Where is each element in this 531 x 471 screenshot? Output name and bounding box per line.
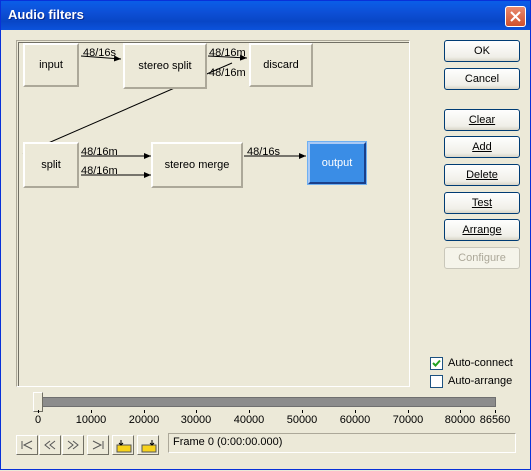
clear-button-label: Clear (468, 114, 496, 126)
timeline-tick-label: 10000 (75, 414, 107, 426)
pin-label-split-out-2: 48/16m (81, 165, 118, 177)
test-button[interactable]: Test (444, 192, 520, 214)
go-to-start-button[interactable] (16, 435, 38, 455)
mark-in-button[interactable] (112, 435, 134, 455)
frame-text: Frame 0 (0:00:00.000) (173, 436, 283, 448)
checkmark-icon (432, 359, 441, 367)
add-button-label: Add (472, 141, 492, 153)
timeline-tick-label: 0 (34, 414, 42, 426)
title-bar[interactable]: Audio filters (1, 1, 530, 30)
timeline-tick (355, 410, 356, 413)
timeline-tick (144, 410, 145, 413)
auto-connect-label: Auto-connect (448, 357, 513, 369)
close-button[interactable] (505, 6, 526, 27)
timeline-tick (302, 410, 303, 413)
step-back-button[interactable] (39, 435, 61, 455)
pin-label-input-out: 48/16s (83, 47, 117, 59)
timeline-tick (460, 410, 461, 413)
audio-filters-dialog: Audio filters input stereo split discard… (0, 0, 531, 470)
go-to-end-button[interactable] (87, 435, 109, 455)
timeline-track[interactable] (37, 397, 496, 407)
window-title: Audio filters (8, 7, 84, 22)
arrange-button-label: Arrange (462, 224, 502, 236)
go-to-start-icon (21, 440, 33, 450)
filter-node-discard[interactable]: discard (249, 43, 313, 87)
ok-button-label: OK (474, 45, 490, 57)
timeline-tick (38, 410, 39, 413)
close-icon (510, 11, 521, 22)
filter-node-input[interactable]: input (23, 43, 79, 87)
ok-button[interactable]: OK (444, 40, 520, 62)
timeline-tick-label: 70000 (392, 414, 424, 426)
timeline-tick-label: 30000 (180, 414, 212, 426)
filter-node-output[interactable]: output (307, 141, 367, 185)
configure-button-label: Configure (458, 252, 506, 264)
timeline-tick (91, 410, 92, 413)
timeline-tick (196, 410, 197, 413)
pin-label-stereo-merge-out: 48/16s (247, 146, 281, 158)
pin-label-stereo-split-out-1: 48/16m (209, 47, 246, 59)
timeline-tick-label: 20000 (128, 414, 160, 426)
timeline-tick (408, 410, 409, 413)
timeline-thumb[interactable] (33, 392, 43, 412)
auto-arrange-label: Auto-arrange (448, 375, 513, 387)
pin-label-split-out-1: 48/16m (81, 146, 118, 158)
cancel-button-label: Cancel (464, 73, 500, 85)
filter-node-split[interactable]: split (23, 142, 79, 188)
timeline-tick (249, 410, 250, 413)
step-back-icon (44, 440, 56, 450)
mark-in-icon (116, 440, 132, 453)
step-forward-button[interactable] (62, 435, 84, 455)
auto-connect-checkbox[interactable] (430, 357, 443, 370)
step-forward-icon (67, 440, 79, 450)
delete-button-label: Delete (466, 169, 498, 181)
cancel-button[interactable]: Cancel (444, 68, 520, 90)
timeline-tick-label: 60000 (339, 414, 371, 426)
arrange-button[interactable]: Arrange (444, 219, 520, 241)
auto-arrange-checkbox[interactable] (430, 375, 443, 388)
delete-button[interactable]: Delete (444, 164, 520, 186)
configure-button[interactable]: Configure (444, 247, 520, 269)
mark-out-icon (141, 440, 157, 453)
filter-node-stereo-merge[interactable]: stereo merge (151, 142, 243, 188)
clear-button[interactable]: Clear (444, 109, 520, 131)
timeline-tick-label: 40000 (233, 414, 265, 426)
timeline-tick-label: 50000 (286, 414, 318, 426)
filter-node-stereo-split[interactable]: stereo split (123, 43, 207, 89)
test-button-label: Test (471, 197, 493, 209)
timeline-tick (495, 410, 496, 413)
frame-position-readout: Frame 0 (0:00:00.000) (168, 433, 516, 453)
go-to-end-icon (92, 440, 104, 450)
timeline-tick-label: 86560 (479, 414, 511, 426)
add-button[interactable]: Add (444, 136, 520, 158)
timeline-tick-label: 80000 (444, 414, 476, 426)
mark-out-button[interactable] (137, 435, 159, 455)
pin-label-stereo-split-out-2: 48/16m (209, 67, 246, 79)
filter-graph-canvas[interactable] (16, 40, 410, 387)
